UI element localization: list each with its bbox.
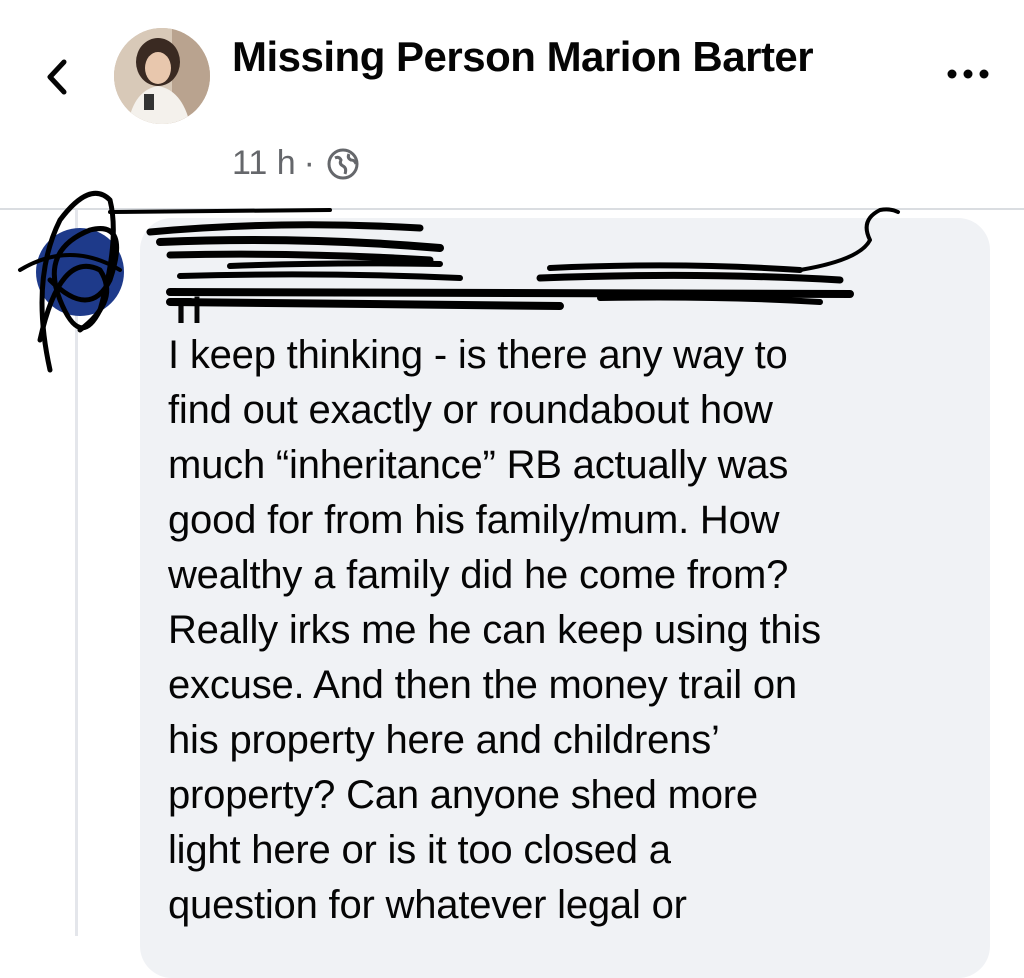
header-divider	[0, 208, 1024, 210]
page-avatar[interactable]	[114, 28, 210, 124]
more-horizontal-icon	[947, 69, 989, 79]
comment-author-name[interactable]: Tl	[170, 290, 202, 332]
avatar-image	[114, 28, 210, 124]
globe-icon[interactable]	[325, 146, 361, 182]
post-timestamp[interactable]: 11 h	[232, 144, 296, 183]
commenter-avatar[interactable]	[36, 228, 124, 316]
back-button[interactable]	[38, 52, 78, 102]
comment-thread-line	[75, 210, 78, 936]
page-title[interactable]: Missing Person Marion Barter	[232, 30, 832, 84]
more-options-button[interactable]	[944, 62, 992, 86]
post-meta: 11 h ·	[232, 144, 361, 183]
chevron-left-icon	[47, 59, 67, 95]
comment-body: I keep thinking - is there any way to fi…	[168, 333, 821, 927]
post-header: Missing Person Marion Barter 11 h ·	[0, 0, 1024, 208]
meta-separator: ·	[303, 144, 315, 182]
